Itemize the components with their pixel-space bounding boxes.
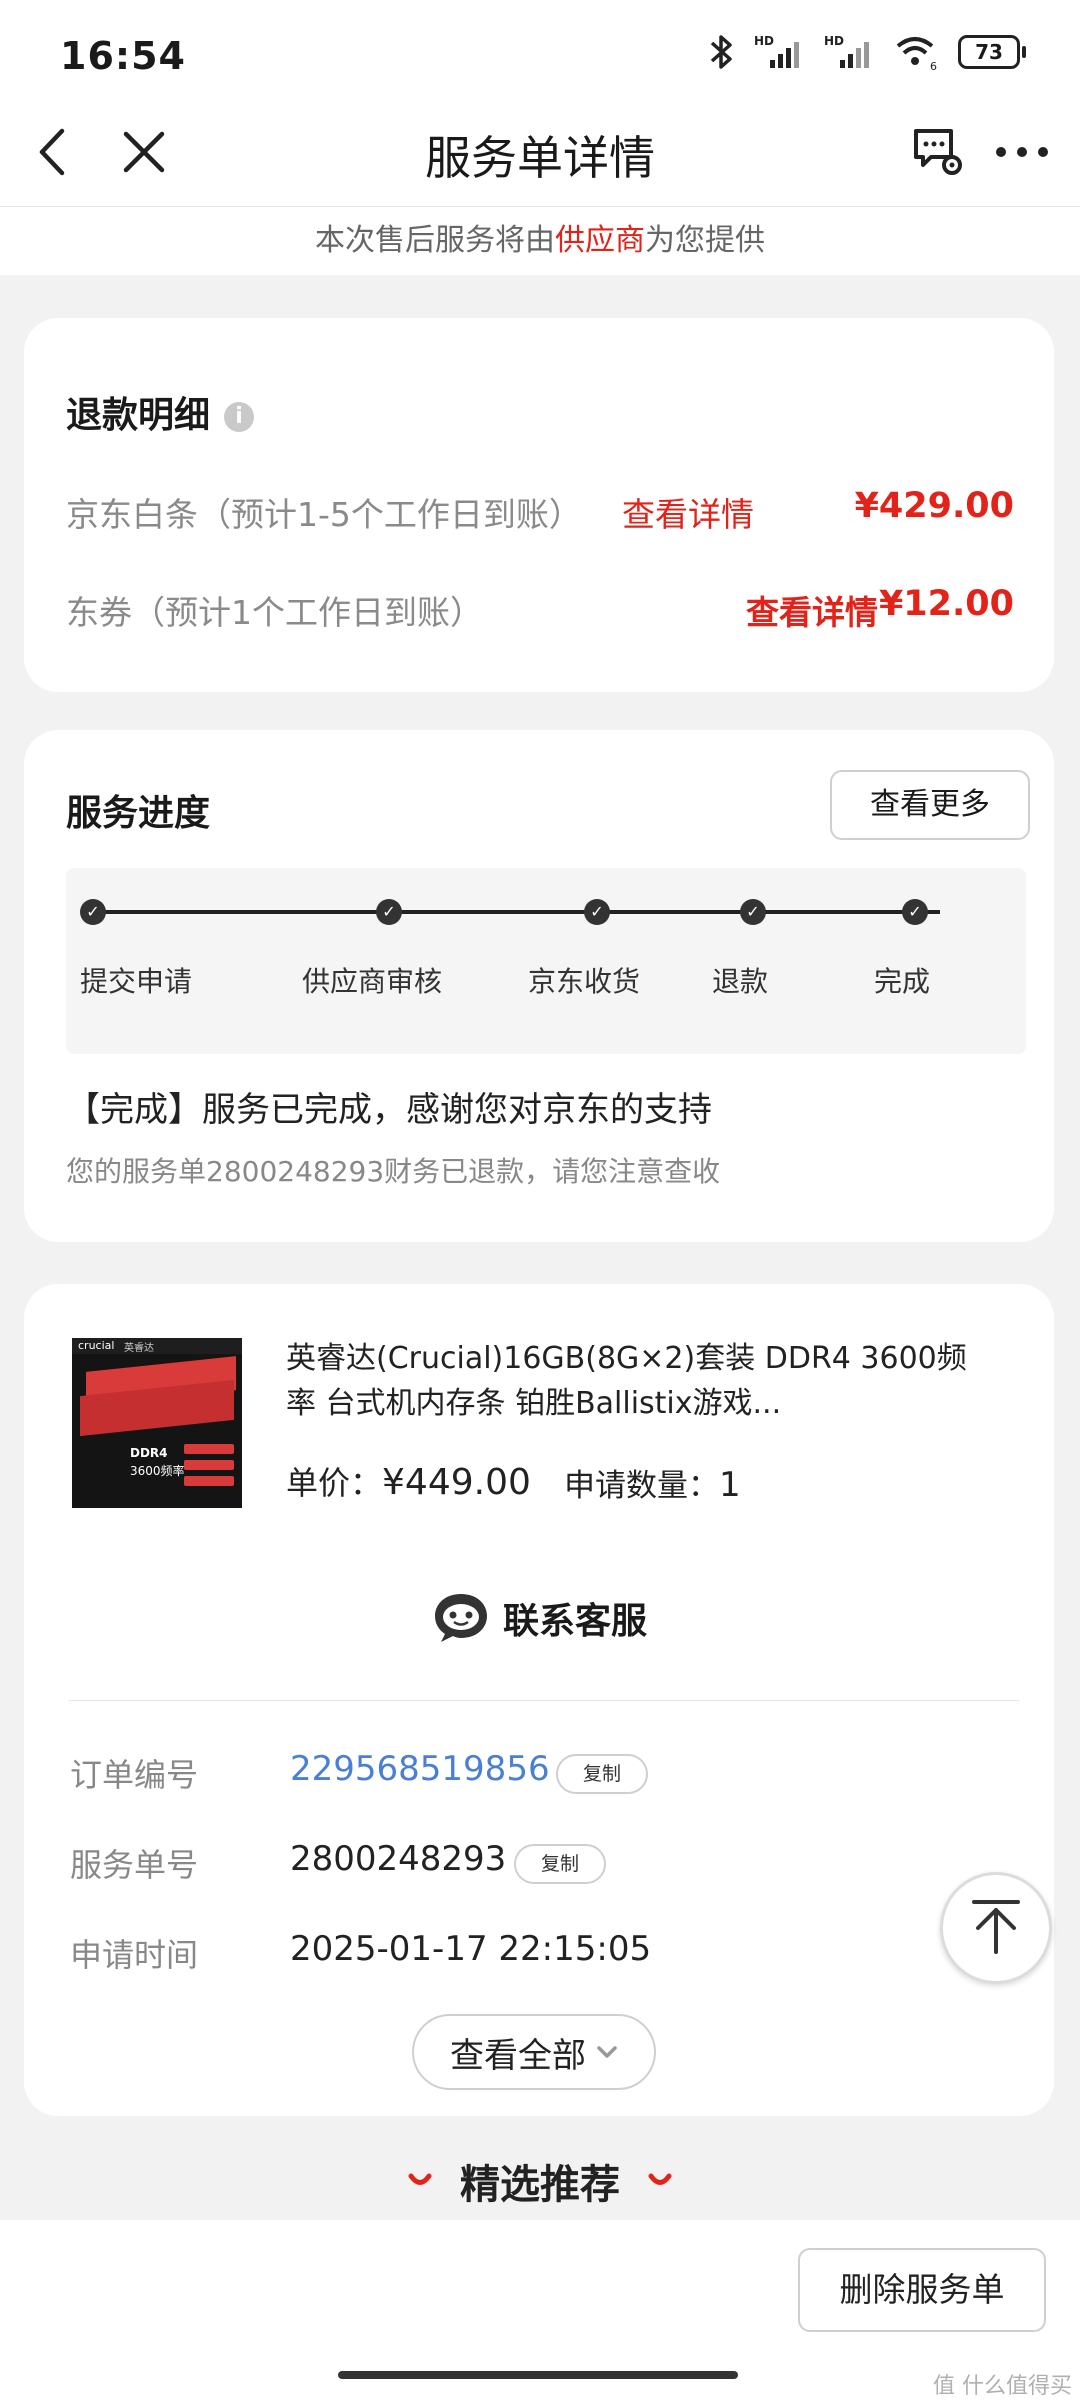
service-provider-banner: 本次售后服务将由供应商为您提供 [0, 207, 1080, 275]
more-icon[interactable] [992, 122, 1052, 182]
banner-prefix: 本次售后服务将由 [315, 223, 555, 258]
status-time: 16:54 [60, 34, 186, 78]
progress-tracker: ✓ ✓ ✓ ✓ ✓ 提交申请 供应商审核 京东收货 退款 完成 [66, 868, 1026, 1054]
status-icons: HD HD 6 73 [706, 30, 1026, 74]
price-label: 单价： [286, 1464, 383, 1502]
service-number-label: 服务单号 [70, 1846, 199, 1884]
delete-service-button[interactable]: 删除服务单 [798, 2248, 1046, 2332]
signal-hd-icon-2: HD [824, 34, 869, 68]
product-card: crucial 英睿达 DDR4 3600频率 英睿达(Crucial)16GB… [24, 1284, 1054, 2116]
product-qty-row: 申请数量：1 [564, 1460, 741, 1505]
refund-title: 退款明细 i [66, 386, 255, 438]
bluetooth-icon [710, 35, 732, 69]
product-image-line2: 3600频率 [130, 1464, 185, 1478]
banner-highlight: 供应商 [555, 223, 645, 258]
refund-row-link[interactable]: 查看详情 [622, 488, 754, 536]
step-check-icon: ✓ [740, 899, 766, 925]
product-price-row: 单价：¥449.00 [286, 1458, 531, 1504]
progress-line [94, 910, 940, 914]
refund-row-amount: ¥429.00 [854, 486, 1014, 526]
banner-suffix: 为您提供 [645, 223, 765, 258]
watermark: 值 什么值得买 [933, 2374, 1072, 2399]
step-check-icon: ✓ [80, 899, 106, 925]
image-tag [184, 1444, 234, 1454]
refund-title-text: 退款明细 [66, 395, 211, 436]
progress-title: 服务进度 [66, 793, 211, 834]
contact-service-button[interactable]: 联系客服 [24, 1590, 1054, 1646]
smile-accent-icon [408, 2173, 432, 2185]
arrow-up-icon [972, 1900, 1020, 1954]
step-check-icon: ✓ [376, 899, 402, 925]
image-tag [184, 1460, 234, 1470]
copy-order-button[interactable]: 复制 [556, 1754, 648, 1794]
status-title: 【完成】服务已完成，感谢您对京东的支持 [66, 1090, 712, 1130]
apply-time-label: 申请时间 [70, 1936, 199, 1974]
view-more-button[interactable]: 查看更多 [830, 770, 1030, 840]
refund-row-label: 东券（预计1个工作日到账） [66, 593, 483, 632]
scroll-to-top-button[interactable] [940, 1872, 1052, 1984]
product-brand-cn: 英睿达 [124, 1343, 154, 1354]
qty-label: 申请数量： [564, 1468, 719, 1504]
service-number-value: 2800248293 [290, 1839, 507, 1879]
battery-icon: 73 [958, 35, 1026, 69]
refund-row-amount: ¥12.00 [878, 584, 1014, 624]
step-label: 供应商审核 [302, 965, 443, 998]
status-desc: 您的服务单2800248293财务已退款，请您注意查收 [66, 1155, 721, 1188]
recommend-header: 精选推荐 [0, 2152, 1080, 2210]
qty-value: 1 [719, 1465, 741, 1505]
price-value: ¥449.00 [382, 1462, 531, 1503]
product-name[interactable]: 英睿达(Crucial)16GB(8G×2)套装 DDR4 3600频率 台式机… [286, 1336, 986, 1426]
image-tag [184, 1476, 234, 1486]
nav-bar: 服务单详情 [0, 100, 1080, 207]
svg-text:HD: HD [754, 34, 774, 48]
step-label: 提交申请 [80, 965, 193, 998]
step-label: 退款 [712, 965, 769, 998]
wifi-sub-label: 6 [930, 60, 937, 72]
product-brand: crucial [78, 1339, 115, 1352]
wifi-icon: 6 [896, 37, 937, 72]
signal-hd-icon: HD [754, 34, 799, 68]
step-label: 京东收货 [528, 965, 641, 998]
recommend-title: 精选推荐 [460, 2162, 620, 2208]
refund-row-label: 京东白条（预计1-5个工作日到账） [66, 495, 582, 534]
view-all-button[interactable]: 查看全部 [412, 2014, 656, 2090]
copy-service-button[interactable]: 复制 [514, 1844, 606, 1884]
progress-card: 服务进度 查看更多 ✓ ✓ ✓ ✓ ✓ 提交申请 供应商审核 京东收货 退款 完… [24, 730, 1054, 1242]
info-icon[interactable]: i [224, 402, 255, 432]
refund-card: 退款明细 i 京东白条（预计1-5个工作日到账） 查看详情 ¥429.00 东券（… [24, 318, 1054, 692]
divider [68, 1700, 1020, 1701]
status-bar: 16:54 HD HD 6 73 [0, 0, 1080, 100]
apply-time-value: 2025-01-17 22:15:05 [290, 1929, 652, 1969]
product-image-line1: DDR4 [130, 1446, 168, 1460]
battery-level: 73 [975, 40, 1003, 64]
step-label: 完成 [874, 965, 931, 998]
view-all-label: 查看全部 [450, 2035, 586, 2076]
contact-label: 联系客服 [502, 1601, 647, 1642]
order-number-value[interactable]: 229568519856 [290, 1749, 550, 1789]
smile-accent-icon [648, 2173, 672, 2185]
customer-service-icon [434, 1594, 487, 1642]
product-image-header: crucial 英睿达 [72, 1338, 242, 1354]
svg-text:HD: HD [824, 34, 844, 48]
step-check-icon: ✓ [584, 899, 610, 925]
product-image[interactable]: crucial 英睿达 DDR4 3600频率 [72, 1338, 242, 1508]
home-indicator[interactable] [338, 2371, 738, 2379]
step-check-icon: ✓ [902, 899, 928, 925]
chevron-down-icon [597, 2046, 617, 2058]
refund-row-link[interactable]: 查看详情 [746, 586, 878, 634]
message-settings-icon[interactable] [908, 122, 968, 182]
order-number-label: 订单编号 [70, 1756, 199, 1794]
